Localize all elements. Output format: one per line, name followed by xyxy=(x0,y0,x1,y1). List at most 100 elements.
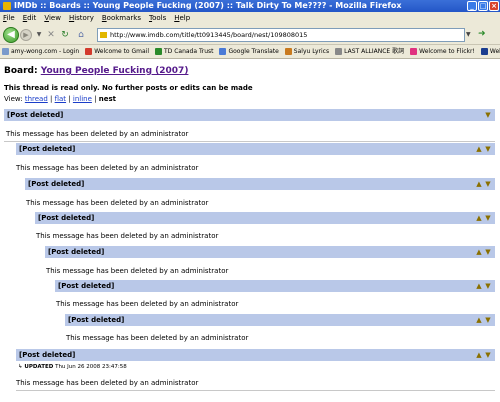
maximize-button[interactable]: □ xyxy=(478,1,488,11)
prev-post-arrow-icon[interactable]: ▲ xyxy=(475,280,483,292)
bookmark-item[interactable]: Google Translate xyxy=(219,45,279,58)
bookmark-label: LAST ALLIANCE 歌詞 xyxy=(344,47,405,55)
bookmark-label: Google Translate xyxy=(228,47,279,55)
next-post-arrow-icon[interactable]: ▼ xyxy=(484,246,492,258)
bookmark-favicon-icon xyxy=(284,48,292,55)
post-title: [Post deleted] xyxy=(48,248,105,256)
prev-post-arrow-icon[interactable]: ▲ xyxy=(475,212,483,224)
bookmark-label: Welcome to Flickr! xyxy=(419,47,475,55)
post-header[interactable]: [Post deleted] ▲ ▼ xyxy=(35,211,495,224)
view-separator: | xyxy=(50,95,53,103)
post-divider xyxy=(16,390,495,391)
bookmark-favicon-icon xyxy=(410,48,418,55)
post-header[interactable]: [Post deleted] ▲ ▼ xyxy=(65,313,495,326)
prev-post-arrow-icon[interactable]: ▲ xyxy=(475,246,483,258)
board-link[interactable]: Young People Fucking (2007) xyxy=(41,66,189,76)
updated-timestamp: Thu Jun 26 2008 23:47:58 xyxy=(55,364,127,370)
bookmark-favicon-icon xyxy=(335,48,343,55)
post-title: [Post deleted] xyxy=(68,316,125,324)
next-post-arrow-icon[interactable]: ▼ xyxy=(484,109,492,121)
forward-button[interactable]: ▶ xyxy=(20,29,32,41)
menu-tools[interactable]: Tools xyxy=(149,12,166,25)
post-nav-arrows: ▲ ▼ xyxy=(475,280,492,292)
post-nav-arrows: ▼ xyxy=(484,109,492,121)
board-heading: Board: Young People Fucking (2007) xyxy=(4,66,188,76)
view-flat-link[interactable]: flat xyxy=(55,95,66,103)
post-body: This message has been deleted by an admi… xyxy=(56,300,239,308)
updated-line: ↳ UPDATED Thu Jun 26 2008 23:47:58 xyxy=(18,364,127,370)
post-nav-arrows: ▲ ▼ xyxy=(475,212,492,224)
bookmark-label: TD Canada Trust xyxy=(164,47,214,55)
post-nav-arrows: ▲ ▼ xyxy=(475,246,492,258)
next-post-arrow-icon[interactable]: ▼ xyxy=(484,349,492,361)
menu-view[interactable]: View xyxy=(44,12,61,25)
post-header[interactable]: [Post deleted] ▲ ▼ xyxy=(16,142,495,155)
prev-post-arrow-icon[interactable]: ▲ xyxy=(475,314,483,326)
bookmark-label: Welcome - PayPal xyxy=(489,47,500,55)
post-title: [Post deleted] xyxy=(19,351,76,359)
stop-icon[interactable]: ✕ xyxy=(46,30,56,40)
bookmark-item[interactable]: Welcome - PayPal xyxy=(480,45,500,58)
next-post-arrow-icon[interactable]: ▼ xyxy=(484,280,492,292)
post-header[interactable]: [Post deleted] ▲ ▼ xyxy=(16,348,495,361)
post-nav-arrows: ▲ ▼ xyxy=(475,314,492,326)
address-bar[interactable]: http://www.imdb.com/title/tt0913445/boar… xyxy=(97,28,465,42)
prev-post-arrow-icon[interactable]: ▲ xyxy=(475,143,483,155)
imdb-favicon xyxy=(100,32,107,38)
next-post-arrow-icon[interactable]: ▼ xyxy=(484,212,492,224)
menu-bar: File Edit View History Bookmarks Tools H… xyxy=(0,12,500,25)
history-dropdown-icon[interactable]: ▼ xyxy=(34,30,44,40)
bookmark-item[interactable]: Welcome to Gmail xyxy=(85,45,149,58)
prev-post-arrow-icon[interactable]: ▲ xyxy=(475,349,483,361)
post-body: This message has been deleted by an admi… xyxy=(16,164,199,172)
bookmark-label: Salyu Lyrics xyxy=(293,47,330,55)
post-header[interactable]: [Post deleted] ▲ ▼ xyxy=(45,245,495,258)
bookmark-item[interactable]: amy-wong.com - Login xyxy=(2,45,79,58)
post-header[interactable]: [Post deleted] ▲ ▼ xyxy=(55,279,495,292)
next-post-arrow-icon[interactable]: ▼ xyxy=(484,314,492,326)
updated-label: UPDATED xyxy=(24,364,54,370)
prev-post-arrow-icon[interactable]: ▲ xyxy=(475,178,483,190)
post-title: [Post deleted] xyxy=(7,111,64,119)
address-dropdown-icon[interactable]: ▼ xyxy=(466,31,471,38)
go-icon[interactable]: ➜ xyxy=(478,29,490,41)
post-header[interactable]: [Post deleted] ▲ ▼ xyxy=(25,177,495,190)
reload-icon[interactable]: ↻ xyxy=(60,30,70,40)
view-separator: | xyxy=(94,95,97,103)
window-title: IMDb :: Boards :: Young People Fucking (… xyxy=(14,1,402,10)
minimize-button[interactable]: _ xyxy=(467,1,477,11)
window-controls: _ □ × xyxy=(467,1,499,11)
home-icon[interactable]: ⌂ xyxy=(76,30,86,40)
menu-file[interactable]: File xyxy=(3,12,15,25)
view-inline-link[interactable]: inline xyxy=(73,95,92,103)
menu-help[interactable]: Help xyxy=(174,12,190,25)
next-post-arrow-icon[interactable]: ▼ xyxy=(484,178,492,190)
post-body: This message has been deleted by an admi… xyxy=(66,334,249,342)
bookmark-item[interactable]: LAST ALLIANCE 歌詞 xyxy=(335,45,404,58)
view-label: View: xyxy=(4,95,23,103)
bookmark-favicon-icon xyxy=(2,48,9,55)
post-body: This message has been deleted by an admi… xyxy=(16,379,199,387)
view-options: View: thread | flat | inline | nest xyxy=(4,95,116,103)
view-separator: | xyxy=(68,95,71,103)
bookmark-item[interactable]: Salyu Lyrics xyxy=(284,45,330,58)
updated-arrow-icon: ↳ xyxy=(18,364,23,370)
bookmark-label: Welcome to Gmail xyxy=(94,47,150,55)
bookmark-item[interactable]: Welcome to Flickr! xyxy=(410,45,475,58)
menu-edit[interactable]: Edit xyxy=(23,12,37,25)
view-thread-link[interactable]: thread xyxy=(25,95,48,103)
menu-history[interactable]: History xyxy=(69,12,94,25)
back-button[interactable]: ◀ xyxy=(3,27,19,43)
post-title: [Post deleted] xyxy=(19,145,76,153)
window-title-bar: IMDb :: Boards :: Young People Fucking (… xyxy=(0,0,500,12)
firefox-icon xyxy=(3,2,11,10)
next-post-arrow-icon[interactable]: ▼ xyxy=(484,143,492,155)
bookmark-item[interactable]: TD Canada Trust xyxy=(155,45,213,58)
bookmark-label: amy-wong.com - Login xyxy=(11,47,80,55)
post-header[interactable]: [Post deleted] ▼ xyxy=(4,108,495,121)
post-nav-arrows: ▲ ▼ xyxy=(475,349,492,361)
readonly-notice: This thread is read only. No further pos… xyxy=(4,84,253,92)
menu-bookmarks[interactable]: Bookmarks xyxy=(102,12,141,25)
board-label: Board: xyxy=(4,66,38,76)
close-button[interactable]: × xyxy=(489,1,499,11)
